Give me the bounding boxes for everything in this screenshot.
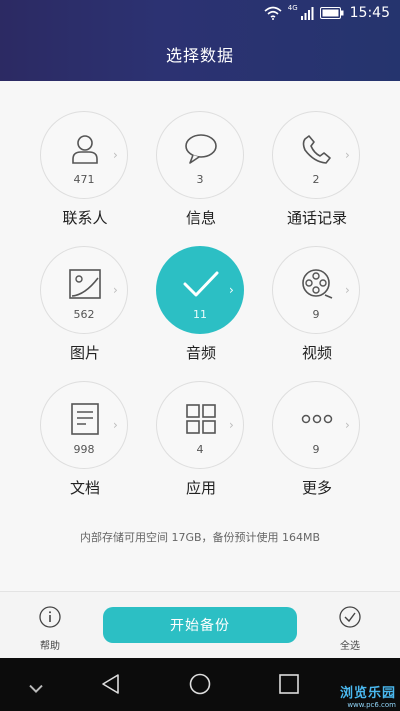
contacts-label: 联系人 bbox=[62, 209, 108, 227]
call-log-label: 通话记录 bbox=[286, 209, 347, 227]
contacts-count: 471 bbox=[73, 173, 95, 186]
more-label: 更多 bbox=[301, 479, 332, 497]
bottom-action-bar: 帮助 开始备份 全选 bbox=[0, 591, 400, 658]
select-all-button[interactable]: 全选 bbox=[328, 606, 372, 652]
checkmark-icon bbox=[183, 271, 219, 297]
audio-count: 11 bbox=[193, 308, 207, 321]
check-circle-icon bbox=[339, 606, 361, 628]
person-icon bbox=[72, 135, 98, 164]
video-label: 视频 bbox=[301, 344, 332, 362]
network-type-label: 4G bbox=[287, 4, 298, 12]
watermark-title: 浏览乐园 bbox=[339, 686, 396, 701]
pictures-count: 562 bbox=[73, 308, 95, 321]
messages-label: 信息 bbox=[185, 209, 216, 227]
chevron-right-icon: › bbox=[229, 283, 234, 297]
pictures-label: 图片 bbox=[69, 344, 100, 362]
apps-count: 4 bbox=[196, 443, 204, 456]
storage-info-text: 内部存储可用空间 17GB，备份预计使用 164MB bbox=[79, 531, 321, 544]
documents-label: 文档 bbox=[69, 479, 100, 497]
signal-icon bbox=[300, 7, 314, 20]
status-time: 15:45 bbox=[349, 5, 390, 21]
more-circle-button[interactable]: 9 › bbox=[272, 381, 360, 469]
messages-circle-button[interactable]: 3 bbox=[156, 111, 244, 199]
messages-count: 3 bbox=[196, 173, 204, 186]
more-dots-icon bbox=[301, 414, 333, 424]
pictures-circle-button[interactable]: 562 › bbox=[40, 246, 128, 334]
more-count: 9 bbox=[312, 443, 320, 456]
page-title: 选择数据 bbox=[165, 46, 234, 65]
status-bar: 4G 15:45 bbox=[264, 0, 400, 26]
info-icon bbox=[39, 606, 61, 628]
home-icon[interactable] bbox=[188, 672, 212, 696]
app-grid-icon bbox=[186, 404, 216, 434]
battery-icon bbox=[319, 7, 344, 19]
start-backup-button[interactable]: 开始备份 bbox=[103, 607, 297, 643]
app-header: 4G 15:45 选择数据 bbox=[0, 0, 400, 81]
chevron-right-icon: › bbox=[345, 418, 350, 432]
help-button[interactable]: 帮助 bbox=[28, 606, 72, 652]
phone-icon bbox=[302, 135, 331, 164]
data-selection-grid: 471 › 联系人 3 信息 2 › 通话记录 562 › 图片 11 › 音频… bbox=[0, 81, 400, 591]
chat-bubble-icon bbox=[185, 134, 217, 164]
chevron-right-icon: › bbox=[113, 148, 118, 162]
call-log-count: 2 bbox=[312, 173, 320, 186]
chevron-right-icon: › bbox=[345, 148, 350, 162]
apps-circle-button[interactable]: 4 › bbox=[156, 381, 244, 469]
chevron-right-icon: › bbox=[345, 283, 350, 297]
video-circle-button[interactable]: 9 › bbox=[272, 246, 360, 334]
select-all-label: 全选 bbox=[340, 641, 360, 652]
apps-label: 应用 bbox=[185, 479, 216, 497]
documents-count: 998 bbox=[73, 443, 95, 456]
watermark-url: www.pc6.com bbox=[347, 701, 396, 709]
back-icon[interactable] bbox=[99, 672, 123, 696]
site-watermark: 浏览乐园 www.pc6.com bbox=[340, 682, 396, 709]
audio-label: 音频 bbox=[185, 344, 216, 362]
document-icon bbox=[71, 403, 99, 435]
call-log-circle-button[interactable]: 2 › bbox=[272, 111, 360, 199]
image-icon bbox=[69, 269, 101, 299]
system-navigation-bar: 浏览乐园 www.pc6.com bbox=[0, 658, 400, 711]
recent-apps-icon[interactable] bbox=[277, 672, 301, 696]
chevron-down-icon[interactable] bbox=[24, 676, 48, 700]
film-reel-icon bbox=[302, 269, 333, 299]
video-count: 9 bbox=[312, 308, 320, 321]
chevron-right-icon: › bbox=[229, 418, 234, 432]
documents-circle-button[interactable]: 998 › bbox=[40, 381, 128, 469]
help-label: 帮助 bbox=[40, 641, 60, 652]
contacts-circle-button[interactable]: 471 › bbox=[40, 111, 128, 199]
chevron-right-icon: › bbox=[113, 283, 118, 297]
wifi-icon bbox=[264, 6, 282, 20]
chevron-right-icon: › bbox=[113, 418, 118, 432]
audio-circle-button[interactable]: 11 › bbox=[156, 246, 244, 334]
